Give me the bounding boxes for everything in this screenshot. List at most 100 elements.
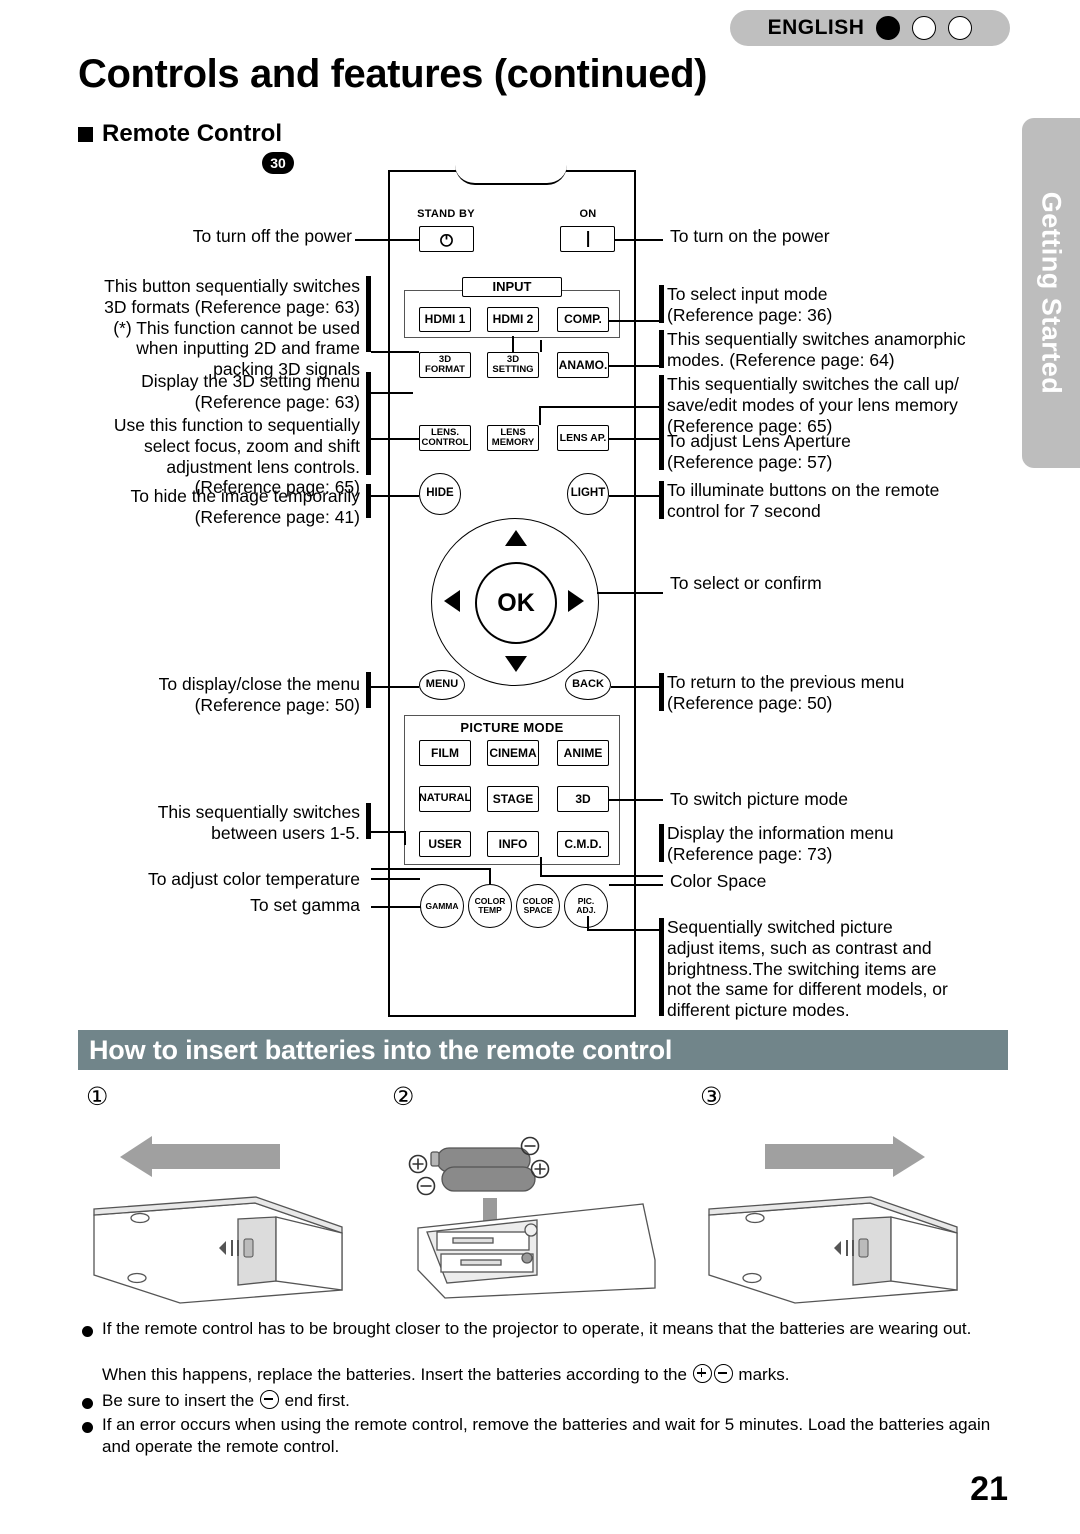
- leader-lensmemory-v: [539, 406, 541, 425]
- minus-mark-icon: [713, 1364, 733, 1383]
- language-indicator: ENGLISH: [730, 10, 1010, 46]
- annotation-anamo: This sequentially switches anamorphic mo…: [667, 329, 966, 370]
- note-1: If the remote control has to be brought …: [102, 1319, 972, 1338]
- leader-menu: [371, 686, 419, 688]
- note-bullet-3: [82, 1422, 93, 1433]
- info-button[interactable]: INFO: [487, 831, 539, 857]
- anime-button[interactable]: ANIME: [557, 740, 609, 766]
- film-button[interactable]: FILM: [419, 740, 471, 766]
- side-tab-label: Getting Started: [1036, 191, 1067, 395]
- annotation-gamma: To set gamma: [250, 895, 360, 915]
- lens-control-line2: CONTROL: [421, 437, 469, 448]
- leader-3dformat: [371, 351, 419, 353]
- ok-button[interactable]: OK: [475, 562, 557, 644]
- leader-lensap: [609, 438, 663, 440]
- back-button[interactable]: BACK: [565, 670, 611, 700]
- anamo-button[interactable]: ANAMO.: [557, 352, 609, 378]
- page-number: 21: [970, 1470, 1008, 1508]
- leader-info-v: [540, 857, 542, 876]
- leader-lenscontrol: [371, 438, 419, 440]
- leader-standby: [355, 239, 419, 241]
- note-4: If an error occurs when using the remote…: [102, 1415, 991, 1457]
- leader-bar-user: [366, 803, 371, 839]
- leader-on: [615, 239, 663, 241]
- anno-bar-info: [659, 824, 664, 862]
- note-bullet-1: [82, 1326, 93, 1337]
- 3d-format-button[interactable]: 3D FORMAT: [419, 352, 471, 378]
- gamma-button[interactable]: GAMMA: [420, 884, 464, 928]
- lens-memory-line2: MEMORY: [491, 437, 535, 448]
- hide-button[interactable]: HIDE: [419, 473, 461, 515]
- power-on-button[interactable]: [560, 226, 615, 252]
- step2-illustration: [408, 1136, 656, 1299]
- page-indicator-dot-3: [948, 16, 973, 40]
- language-label: ENGLISH: [767, 16, 865, 39]
- standby-caption: STAND BY: [417, 208, 475, 220]
- leader-3dsetting-h: [371, 392, 413, 394]
- side-tab-getting-started: Getting Started: [1022, 118, 1080, 468]
- menu-button[interactable]: MENU: [419, 670, 465, 700]
- color-space-line2: SPACE: [523, 905, 553, 915]
- annotation-picture-mode: To switch picture mode: [670, 789, 848, 809]
- leader-colorspace: [609, 884, 663, 886]
- light-button[interactable]: LIGHT: [567, 473, 609, 515]
- 3d-setting-line2: SETTING: [492, 364, 534, 375]
- leader-bar-lenscontrol: [366, 413, 371, 475]
- leader-picadj-v: [587, 916, 589, 930]
- arrow-left-icon[interactable]: [444, 590, 460, 612]
- 3d-format-line2: FORMAT: [425, 364, 465, 375]
- step-number-2: ②: [392, 1082, 415, 1111]
- annotation-lens-ap: To adjust Lens Aperture (Reference page:…: [667, 431, 851, 472]
- note-3: Be sure to insert the end first.: [102, 1390, 350, 1410]
- annotation-info: Display the information menu (Reference …: [667, 823, 894, 864]
- natural-button[interactable]: NATURAL: [419, 786, 471, 812]
- color-temp-line2: TEMP: [478, 905, 502, 915]
- annotation-user: This sequentially switches between users…: [157, 802, 360, 843]
- leader-info-h: [540, 875, 663, 877]
- 3d-picture-mode-button[interactable]: 3D: [557, 786, 609, 812]
- leader-light: [609, 495, 663, 497]
- color-space-button[interactable]: COLOR SPACE: [516, 884, 560, 928]
- annotation-3d-setting: Display the 3D setting menu (Reference p…: [141, 371, 360, 412]
- pic-adj-button[interactable]: PIC. ADJ.: [564, 884, 608, 928]
- annotation-light: To illuminate buttons on the remote cont…: [667, 480, 940, 521]
- section-heading: Remote Control: [78, 120, 282, 148]
- page-indicator-dot-1: [876, 16, 901, 40]
- model-badge: 30: [262, 152, 294, 174]
- step3-illustration: [708, 1128, 958, 1304]
- 3d-setting-button[interactable]: 3D SETTING: [487, 352, 539, 378]
- anno-bar-lensmemory: [659, 375, 664, 433]
- arrow-down-icon[interactable]: [505, 656, 527, 672]
- leader-picturemode: [609, 799, 663, 801]
- cinema-button[interactable]: CINEMA: [487, 740, 539, 766]
- annotation-input: To select input mode (Reference page: 36…: [667, 284, 833, 325]
- annotation-power-on: To turn on the power: [670, 226, 830, 246]
- stage-button[interactable]: STAGE: [487, 786, 539, 812]
- lens-control-button[interactable]: LENS. CONTROL: [419, 425, 471, 451]
- cmd-button[interactable]: C.M.D.: [557, 831, 609, 857]
- standby-button[interactable]: [419, 226, 474, 252]
- leader-gamma-h: [371, 906, 421, 908]
- pic-adj-line2: ADJ.: [576, 905, 596, 915]
- arrow-up-icon[interactable]: [505, 530, 527, 546]
- battery-section-heading: How to insert batteries into the remote …: [78, 1030, 1008, 1070]
- leader-bar-hide: [366, 484, 371, 518]
- user-button[interactable]: USER: [419, 831, 471, 857]
- power-on-icon: [586, 231, 589, 247]
- annotation-lens-memory: This sequentially switches the call up/ …: [667, 374, 959, 436]
- color-temp-button[interactable]: COLOR TEMP: [468, 884, 512, 928]
- hdmi2-button[interactable]: HDMI 2: [487, 307, 539, 332]
- bullet-square-icon: [78, 126, 93, 142]
- note-2: When this happens, replace the batteries…: [102, 1364, 790, 1384]
- hdmi1-button[interactable]: HDMI 1: [419, 307, 471, 332]
- note-bullet-2: [82, 1398, 93, 1409]
- lens-memory-button[interactable]: LENS MEMORY: [487, 425, 539, 451]
- leader-ok: [597, 592, 663, 594]
- lens-aperture-button[interactable]: LENS AP.: [557, 425, 609, 451]
- anno-bar-lensap: [659, 432, 664, 470]
- input-group-label: INPUT: [462, 277, 562, 297]
- comp-button[interactable]: COMP.: [557, 307, 609, 332]
- arrow-right-icon[interactable]: [568, 590, 584, 612]
- leader-lensmemory-h: [539, 406, 663, 408]
- anno-bar-input: [659, 285, 664, 323]
